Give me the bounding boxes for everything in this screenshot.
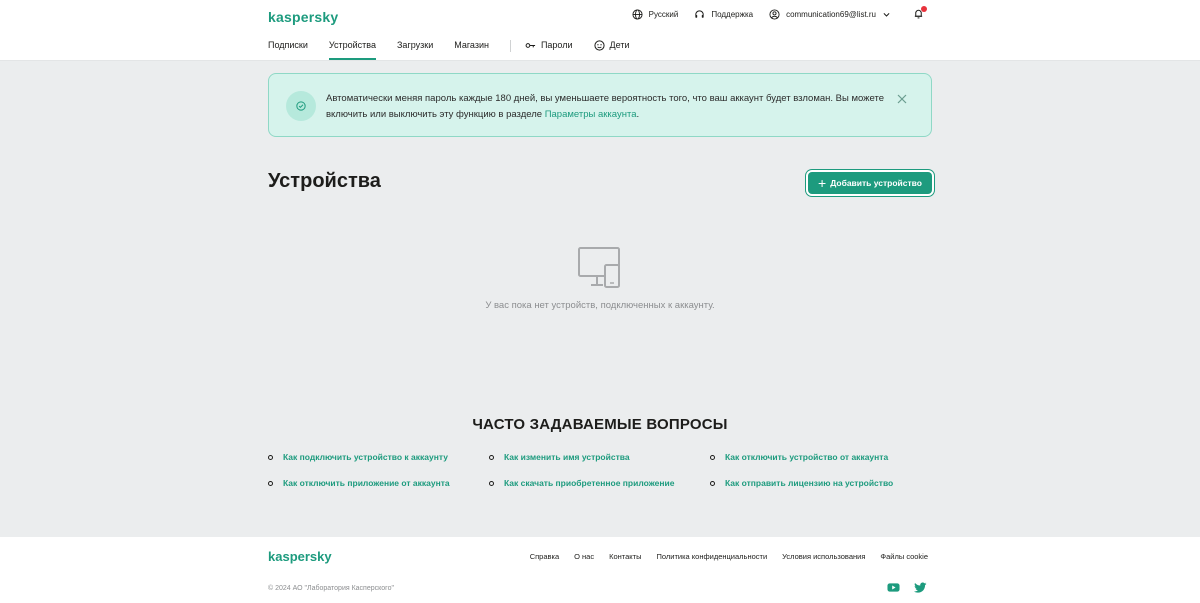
kaspersky-logo[interactable]: kaspersky	[268, 9, 338, 25]
notification-badge	[921, 6, 927, 12]
faq-link-send-license[interactable]: Как отправить лицензию на устройство	[710, 478, 893, 488]
youtube-icon[interactable]	[887, 582, 900, 593]
support-label: Поддержка	[711, 10, 754, 19]
account-menu[interactable]: communication69@list.ru	[769, 9, 891, 20]
footer-link-terms[interactable]: Условия использования	[782, 552, 865, 561]
faq-link-disconnect-device[interactable]: Как отключить устройство от аккаунта	[710, 452, 888, 462]
faq-link-label: Как подключить устройство к аккаунту	[283, 452, 448, 462]
main-nav: Подписки Устройства Загрузки Магазин Пар…	[268, 40, 650, 60]
bullet-icon	[710, 454, 715, 460]
nav-item-downloads[interactable]: Загрузки	[397, 40, 433, 60]
footer-link-privacy[interactable]: Политика конфиденциальности	[657, 552, 768, 561]
notifications-button[interactable]	[913, 6, 927, 21]
header: kaspersky Русский Поддержка communicatio…	[0, 0, 1200, 61]
page-title: Устройства	[268, 170, 381, 192]
nav-label: Дети	[609, 40, 630, 50]
check-circle-icon	[286, 91, 316, 121]
header-utilities: Русский Поддержка communication69@list.r…	[632, 6, 927, 21]
nav-item-store[interactable]: Магазин	[454, 40, 489, 60]
footer-links: Справка О нас Контакты Политика конфиден…	[530, 552, 928, 561]
faq-link-label: Как отключить устройство от аккаунта	[725, 452, 889, 462]
footer-link-help[interactable]: Справка	[530, 552, 559, 561]
add-device-label: Добавить устройство	[830, 178, 922, 188]
user-icon	[769, 9, 780, 20]
kids-icon	[593, 40, 605, 51]
key-icon	[525, 43, 536, 48]
bullet-icon	[268, 480, 273, 486]
social-links	[887, 582, 927, 593]
close-icon[interactable]	[895, 92, 909, 106]
footer-logo[interactable]: kaspersky	[268, 549, 332, 564]
nav-label: Подписки	[268, 40, 308, 50]
faq-link-label: Как скачать приобретенное приложение	[504, 478, 675, 488]
faq-link-label: Как изменить имя устройства	[504, 452, 630, 462]
nav-item-kids[interactable]: Дети	[593, 40, 630, 60]
alert-suffix: .	[636, 109, 640, 120]
faq-link-download-app[interactable]: Как скачать приобретенное приложение	[489, 478, 674, 488]
language-selector[interactable]: Русский	[632, 9, 679, 20]
language-label: Русский	[648, 10, 679, 19]
empty-state-message: У вас пока нет устройств, подключенных к…	[485, 300, 715, 311]
account-settings-link[interactable]: Параметры аккаунта	[545, 109, 637, 120]
bullet-icon	[710, 480, 715, 486]
faq-link-label: Как отключить приложение от аккаунта	[283, 478, 450, 488]
nav-item-passwords[interactable]: Пароли	[525, 40, 573, 60]
nav-label: Загрузки	[397, 40, 434, 50]
faq-link-label: Как отправить лицензию на устройство	[725, 478, 894, 488]
headset-icon	[695, 10, 704, 18]
twitter-icon[interactable]	[914, 582, 927, 593]
faq-link-disconnect-app[interactable]: Как отключить приложение от аккаунта	[268, 478, 450, 488]
footer-link-about[interactable]: О нас	[574, 552, 594, 561]
bullet-icon	[489, 480, 494, 486]
copyright: © 2024 АО "Лаборатория Касперского"	[268, 585, 394, 592]
globe-icon	[632, 9, 643, 20]
footer-link-cookies[interactable]: Файлы cookie	[880, 552, 928, 561]
devices-icon	[578, 247, 620, 288]
add-device-button[interactable]: + Добавить устройство	[808, 172, 932, 194]
nav-label: Пароли	[540, 40, 573, 50]
nav-divider	[509, 40, 511, 52]
nav-item-subscriptions[interactable]: Подписки	[268, 40, 308, 60]
footer-link-contacts[interactable]: Контакты	[609, 552, 641, 561]
nav-item-devices[interactable]: Устройства	[328, 40, 377, 60]
chevron-down-icon	[883, 13, 890, 17]
plus-icon: +	[818, 175, 827, 191]
account-email: communication69@list.ru	[786, 10, 876, 19]
faq-link-rename-device[interactable]: Как изменить имя устройства	[489, 452, 630, 462]
faq-link-connect-device[interactable]: Как подключить устройство к аккаунту	[268, 452, 448, 462]
support-link[interactable]: Поддержка	[694, 9, 753, 20]
bullet-icon	[268, 454, 273, 460]
footer: kaspersky Справка О нас Контакты Политик…	[0, 537, 1200, 603]
nav-label: Устройства	[328, 40, 376, 50]
nav-label: Магазин	[454, 40, 489, 50]
password-rotation-alert: Автоматически меняя пароль каждые 180 дн…	[268, 73, 932, 137]
alert-message: Автоматически меняя пароль каждые 180 дн…	[326, 91, 886, 123]
faq-title: ЧАСТО ЗАДАВАЕМЫЕ ВОПРОСЫ	[472, 416, 728, 433]
bullet-icon	[489, 454, 494, 460]
